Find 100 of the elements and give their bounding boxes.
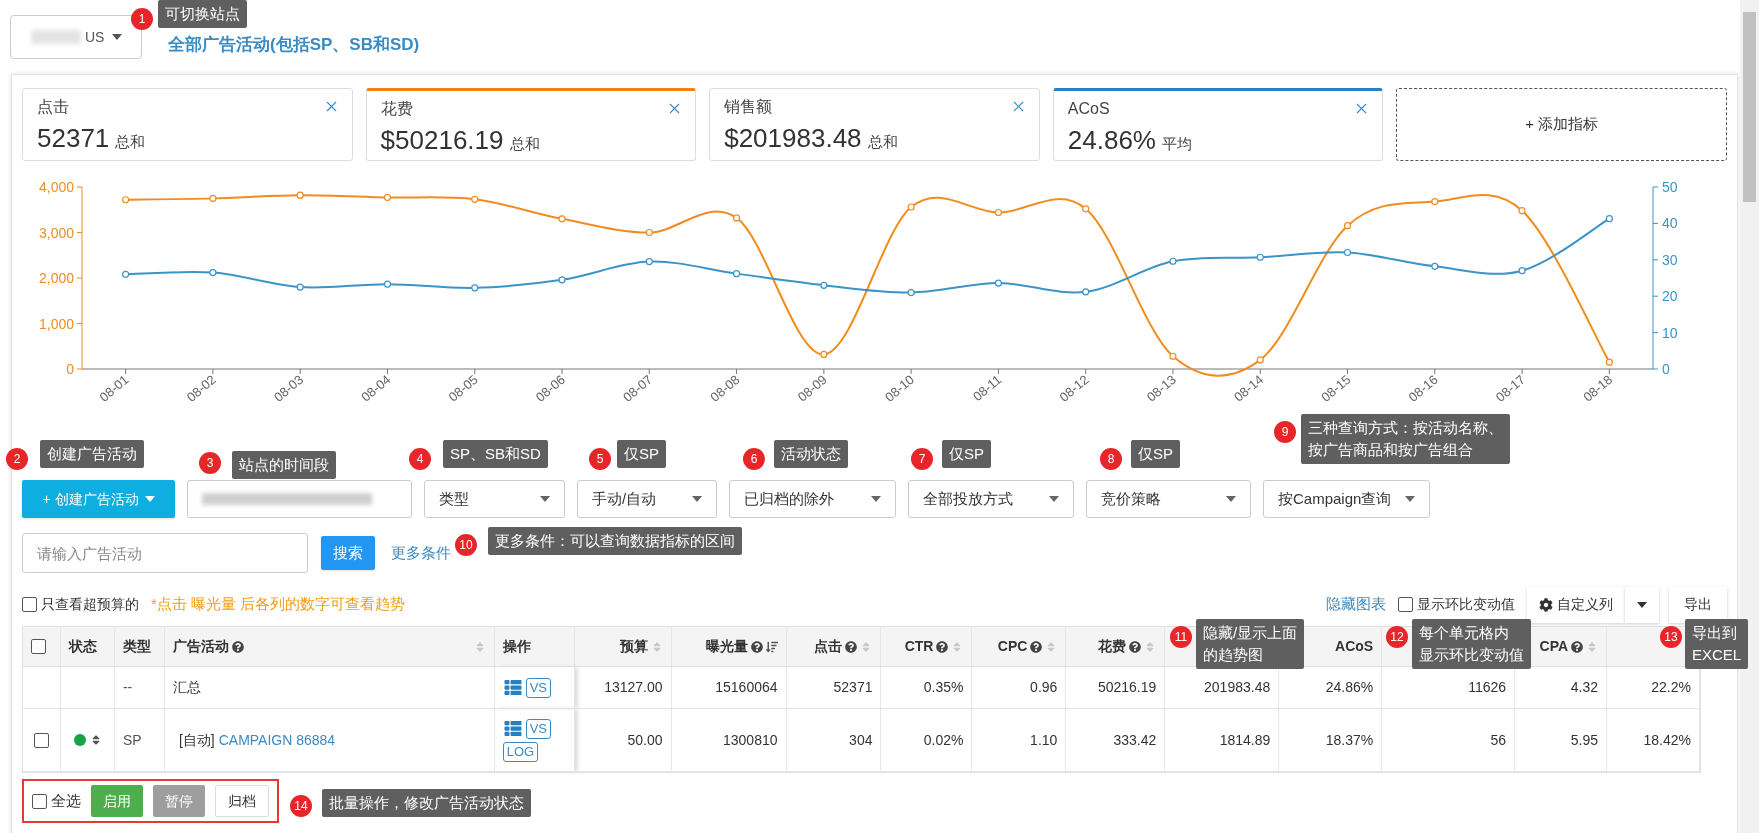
filter-select[interactable]: 手动/自动 xyxy=(577,480,717,518)
checkbox[interactable] xyxy=(22,597,37,612)
data-point xyxy=(1256,253,1264,261)
axis-label: 20 xyxy=(1662,288,1678,305)
sort-icon[interactable] xyxy=(765,640,778,653)
table-cell-text: 13127.00 xyxy=(604,678,663,697)
column-header: ACoS xyxy=(1335,637,1374,656)
filter-select[interactable]: 按Campaign查询 xyxy=(1263,480,1430,518)
metric-card[interactable]: 花费 $50216.19 总和 xyxy=(365,88,697,161)
checkbox[interactable] xyxy=(34,732,49,748)
axis-label: 40 xyxy=(1662,215,1678,232)
callout-tooltip: 隐藏/显示上面 的趋势图 xyxy=(1196,619,1305,669)
page-title: 全部广告活动(包括SP、SB和SD) xyxy=(168,34,420,57)
column-header: 广告活动 xyxy=(172,637,229,656)
caret-icon xyxy=(1226,496,1236,502)
list-icon[interactable] xyxy=(502,679,523,696)
column-header: 操作 xyxy=(502,637,531,656)
callout-tooltip: 站点的时间段 xyxy=(232,451,336,479)
help-icon[interactable] xyxy=(750,640,763,653)
checkbox-label: 全选 xyxy=(51,790,81,811)
dropdown-button[interactable] xyxy=(1625,586,1659,623)
data-point xyxy=(383,280,392,288)
sort-icon[interactable] xyxy=(90,734,101,746)
hide-chart-link[interactable]: 隐藏图表 xyxy=(1326,593,1386,616)
settings-icon xyxy=(1539,597,1553,612)
column-header: 曝光量 xyxy=(705,637,748,656)
caret-icon xyxy=(1637,601,1647,608)
filter-select[interactable]: 已归档的除外 xyxy=(729,480,896,518)
table-cell-text: -- xyxy=(122,678,133,697)
more-filters-link[interactable]: 更多条件 xyxy=(391,541,451,565)
axis-label: 1,000 xyxy=(38,315,74,332)
filter-select[interactable]: 类型 xyxy=(424,480,565,518)
hint-text: *点击 曝光量 后各列的数字可查看趋势 xyxy=(151,594,406,615)
data-point xyxy=(820,350,828,359)
search-field[interactable]: 请输入广告活动 xyxy=(22,533,308,573)
blurred-text xyxy=(31,30,81,44)
campaign-type: [自动] xyxy=(178,730,215,750)
table-cell-text: 50216.19 xyxy=(1097,678,1157,697)
axis-label: 3,000 xyxy=(38,224,74,241)
metric-card[interactable]: ACoS 24.86% 平均 xyxy=(1052,88,1384,161)
callout-tooltip: 导出到 EXCEL xyxy=(1685,619,1749,669)
table-cell-text: 18.42% xyxy=(1643,730,1691,750)
data-point xyxy=(471,284,479,292)
filter-select[interactable]: 竞价策略 xyxy=(1086,480,1251,518)
checkbox-label: 只查看超预算的 xyxy=(41,595,139,614)
column-header: 花费 xyxy=(1098,637,1127,656)
step-number: 10 xyxy=(455,534,477,556)
list-icon[interactable] xyxy=(502,720,523,737)
metric-card[interactable]: 点击 52371 总和 xyxy=(22,88,353,161)
data-point xyxy=(122,196,130,204)
campaign-link[interactable]: CAMPAIGN 86884 xyxy=(218,729,336,751)
callout-tooltip: 活动状态 xyxy=(774,440,848,468)
bulk-action-button[interactable]: 归档 xyxy=(215,785,269,817)
callout-tooltip: 仅SP xyxy=(617,440,666,468)
checkbox[interactable] xyxy=(1398,597,1413,612)
site-label: US xyxy=(85,27,105,47)
data-point xyxy=(1082,288,1090,296)
help-icon[interactable] xyxy=(845,640,858,653)
callout-tooltip: SP、SB和SD xyxy=(443,440,548,468)
table-cell-text: 52371 xyxy=(833,678,873,697)
checkbox-label: 显示环比变动值 xyxy=(1417,595,1515,614)
help-icon[interactable] xyxy=(1571,640,1584,653)
help-icon[interactable] xyxy=(936,640,949,653)
data-point xyxy=(733,214,741,222)
metric-card[interactable]: 销售额 $201983.48 总和 xyxy=(709,88,1040,161)
select-value: 已归档的除外 xyxy=(744,488,834,509)
table-cell-text: 304 xyxy=(849,730,873,750)
checkbox[interactable] xyxy=(31,639,46,654)
export-button[interactable]: 导出 xyxy=(1669,586,1727,623)
help-icon[interactable] xyxy=(1129,640,1142,653)
data-point xyxy=(1605,215,1613,223)
table-cell-text: 0.02% xyxy=(923,730,964,750)
table-cell-text: 4.32 xyxy=(1570,678,1599,697)
data-point xyxy=(471,195,479,203)
metric-unit: 平均 xyxy=(1162,134,1192,154)
filter-select[interactable]: 全部投放方式 xyxy=(908,480,1074,518)
metric-unit: 总和 xyxy=(115,132,146,152)
action-tag[interactable]: VS xyxy=(525,677,552,698)
date-range-field[interactable] xyxy=(187,480,412,518)
table-cell-text: 24.86% xyxy=(1325,678,1374,697)
custom-columns-button[interactable]: 自定义列 xyxy=(1527,586,1625,623)
metric-unit: 总和 xyxy=(867,132,898,152)
table-cell-text: SP xyxy=(122,730,142,750)
axis-label: 30 xyxy=(1662,251,1678,268)
metric-value: $50216.19 xyxy=(380,124,504,157)
data-point xyxy=(1082,205,1090,213)
add-metric-button[interactable]: + 添加指标 xyxy=(1396,88,1727,161)
help-icon[interactable] xyxy=(1030,640,1043,653)
table-cell-text: 56 xyxy=(1490,730,1507,750)
data-point xyxy=(1431,262,1439,270)
scrollbar[interactable] xyxy=(1740,0,1759,833)
scrollbar-thumb[interactable] xyxy=(1743,12,1756,202)
table-cell-text: 11626 xyxy=(1468,678,1507,697)
action-tag[interactable]: VS xyxy=(525,718,552,739)
step-number: 3 xyxy=(199,452,221,474)
checkbox[interactable] xyxy=(32,793,47,809)
help-icon[interactable] xyxy=(231,640,244,653)
action-tag[interactable]: LOG xyxy=(502,741,539,762)
callout-tooltip: 可切换站点 xyxy=(158,0,247,28)
caret-icon xyxy=(112,34,123,40)
